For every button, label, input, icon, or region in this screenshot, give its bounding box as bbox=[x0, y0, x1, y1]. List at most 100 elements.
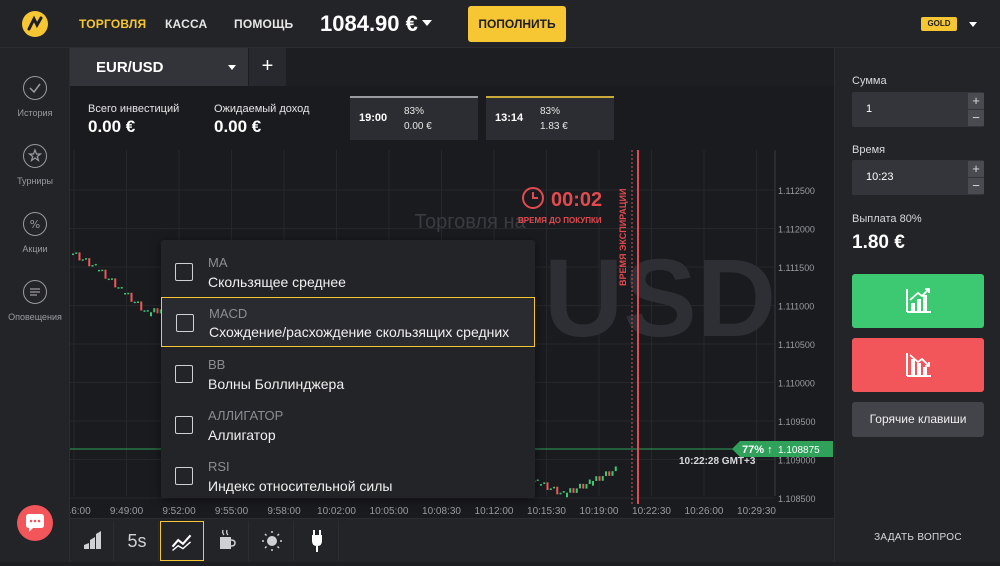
ask-question-link[interactable]: ЗАДАТЬ ВОПРОС bbox=[835, 532, 1000, 543]
time-axis-label: 9:46:00 bbox=[70, 506, 91, 517]
sidebar-item-tournaments[interactable]: Турниры bbox=[0, 144, 70, 186]
decrement-button[interactable]: − bbox=[968, 178, 984, 194]
candle bbox=[569, 488, 572, 493]
percent-circle-icon: % bbox=[23, 212, 47, 236]
candle bbox=[111, 278, 113, 280]
candle bbox=[117, 287, 120, 289]
indicator-code: MACD bbox=[209, 306, 248, 321]
sidebar-item-label: История bbox=[17, 108, 53, 118]
sidebar-item-promotions[interactable]: % Акции bbox=[0, 212, 70, 254]
total-investment-label: Всего инвестиций bbox=[88, 103, 180, 115]
nav-cashier[interactable]: КАССА bbox=[165, 17, 207, 31]
price-axis-label: 1.109500 bbox=[778, 417, 816, 427]
candle bbox=[556, 486, 559, 495]
time-axis-label: 10:05:00 bbox=[370, 506, 409, 517]
indicator-option-ma[interactable]: MA Скользящее среднее bbox=[161, 240, 535, 290]
candle bbox=[566, 492, 568, 498]
candle bbox=[582, 483, 585, 489]
candle bbox=[562, 491, 565, 493]
time-axis-label: 9:58:00 bbox=[267, 506, 301, 517]
candle bbox=[85, 258, 87, 260]
sum-input[interactable]: 1 + − bbox=[852, 92, 984, 127]
time-axis-label: 9:49:00 bbox=[110, 506, 144, 517]
checkbox[interactable] bbox=[176, 314, 194, 332]
svg-text:%: % bbox=[30, 218, 40, 231]
account-level-badge[interactable]: GOLD bbox=[921, 17, 957, 31]
candle bbox=[553, 486, 555, 489]
candle bbox=[127, 292, 130, 295]
indicator-name: Индекс относительной силы bbox=[208, 478, 393, 494]
sidebar-item-history[interactable]: История bbox=[0, 76, 70, 118]
chevron-down-icon[interactable] bbox=[422, 20, 432, 26]
candle bbox=[124, 292, 126, 295]
expected-income: Ожидаемый доход 0.00 € bbox=[214, 103, 309, 137]
deal-percent: 83% bbox=[404, 106, 425, 117]
chevron-down-icon[interactable] bbox=[969, 22, 977, 27]
checkbox[interactable] bbox=[175, 467, 193, 485]
deal-card[interactable]: 19:00 83% 0.00 € bbox=[350, 96, 478, 140]
time-axis-label: 10:26:00 bbox=[685, 506, 724, 517]
expected-income-value: 0.00 € bbox=[214, 117, 262, 136]
time-axis-label: 10:12:00 bbox=[475, 506, 514, 517]
chevron-down-icon[interactable] bbox=[228, 65, 236, 70]
candle bbox=[543, 482, 546, 485]
candle bbox=[146, 310, 149, 312]
price-axis-label: 1.111000 bbox=[778, 302, 814, 312]
indicator-name: Волны Боллинджера bbox=[208, 376, 345, 392]
indicator-option-alligator[interactable]: АЛЛИГАТОР Аллигатор bbox=[161, 393, 535, 443]
candle bbox=[81, 259, 84, 261]
top-bar: ТОРГОВЛЯ КАССА ПОМОЩЬ 1084.90 € ПОПОЛНИТ… bbox=[0, 0, 1000, 48]
chart-type-button[interactable] bbox=[70, 521, 114, 561]
time-axis-label: 9:52:00 bbox=[162, 506, 196, 517]
asset-tab[interactable]: EUR/USD bbox=[70, 48, 248, 86]
candle bbox=[588, 479, 591, 485]
hotkeys-button[interactable]: Горячие клавиши bbox=[852, 402, 984, 437]
indicators-button[interactable] bbox=[160, 521, 204, 561]
current-price: 1.108875 bbox=[778, 445, 820, 456]
increment-button[interactable]: + bbox=[968, 93, 984, 109]
deal-card[interactable]: 13:14 83% 1.83 € bbox=[486, 96, 614, 140]
trophy-star-icon bbox=[23, 144, 47, 168]
nav-trading[interactable]: ТОРГОВЛЯ bbox=[79, 17, 146, 31]
brightness-button[interactable] bbox=[250, 521, 294, 561]
timeframe-button[interactable]: 5s bbox=[115, 521, 159, 561]
expected-income-label: Ожидаемый доход bbox=[214, 103, 310, 115]
coffee-button[interactable] bbox=[205, 521, 249, 561]
candle bbox=[575, 488, 578, 493]
chat-icon bbox=[26, 514, 44, 532]
trade-panel: Сумма 1 + − Время 10:23 + − Выплата 80% … bbox=[834, 48, 1000, 562]
put-down-button[interactable] bbox=[852, 338, 984, 392]
logo-icon[interactable] bbox=[22, 11, 48, 37]
checkbox[interactable] bbox=[175, 263, 193, 281]
candle bbox=[611, 471, 614, 476]
increment-button[interactable]: + bbox=[968, 161, 984, 177]
indicator-option-bb[interactable]: BB Волны Боллинджера bbox=[161, 342, 535, 392]
candle bbox=[585, 484, 588, 489]
time-axis-label: 10:22:30 bbox=[632, 506, 671, 517]
sidebar-item-notifications[interactable]: Оповещения bbox=[0, 280, 70, 322]
watermark-text: Торговля на bbox=[414, 211, 526, 233]
call-up-button[interactable] bbox=[852, 274, 984, 328]
time-input[interactable]: 10:23 + − bbox=[852, 160, 984, 195]
decrement-button[interactable]: − bbox=[968, 110, 984, 126]
checkbox[interactable] bbox=[175, 416, 193, 434]
deposit-button[interactable]: ПОПОЛНИТЬ bbox=[468, 6, 566, 42]
indicator-name: Схождение/расхождение скользящих средних bbox=[209, 324, 510, 340]
deal-percent: 83% bbox=[540, 106, 561, 117]
checkbox[interactable] bbox=[175, 365, 193, 383]
time-axis-label: 10:15:30 bbox=[527, 506, 566, 517]
candle bbox=[98, 269, 100, 272]
indicator-option-rsi[interactable]: RSI Индекс относительной силы bbox=[161, 444, 535, 494]
candle bbox=[156, 308, 159, 314]
candle bbox=[94, 263, 97, 266]
buy-timer-label: ВРЕМЯ ДО ПОКУПКИ bbox=[518, 216, 602, 225]
connection-button[interactable] bbox=[295, 521, 339, 561]
sidebar-item-label: Акции bbox=[22, 244, 48, 254]
candle bbox=[75, 252, 78, 254]
nav-help[interactable]: ПОМОЩЬ bbox=[234, 17, 293, 31]
indicator-option-macd[interactable]: MACD Схождение/расхождение скользящих ср… bbox=[161, 297, 535, 347]
support-chat-button[interactable] bbox=[17, 505, 53, 541]
candle bbox=[579, 483, 581, 489]
account-balance[interactable]: 1084.90 € bbox=[320, 11, 418, 37]
add-tab-button[interactable]: + bbox=[248, 48, 286, 86]
